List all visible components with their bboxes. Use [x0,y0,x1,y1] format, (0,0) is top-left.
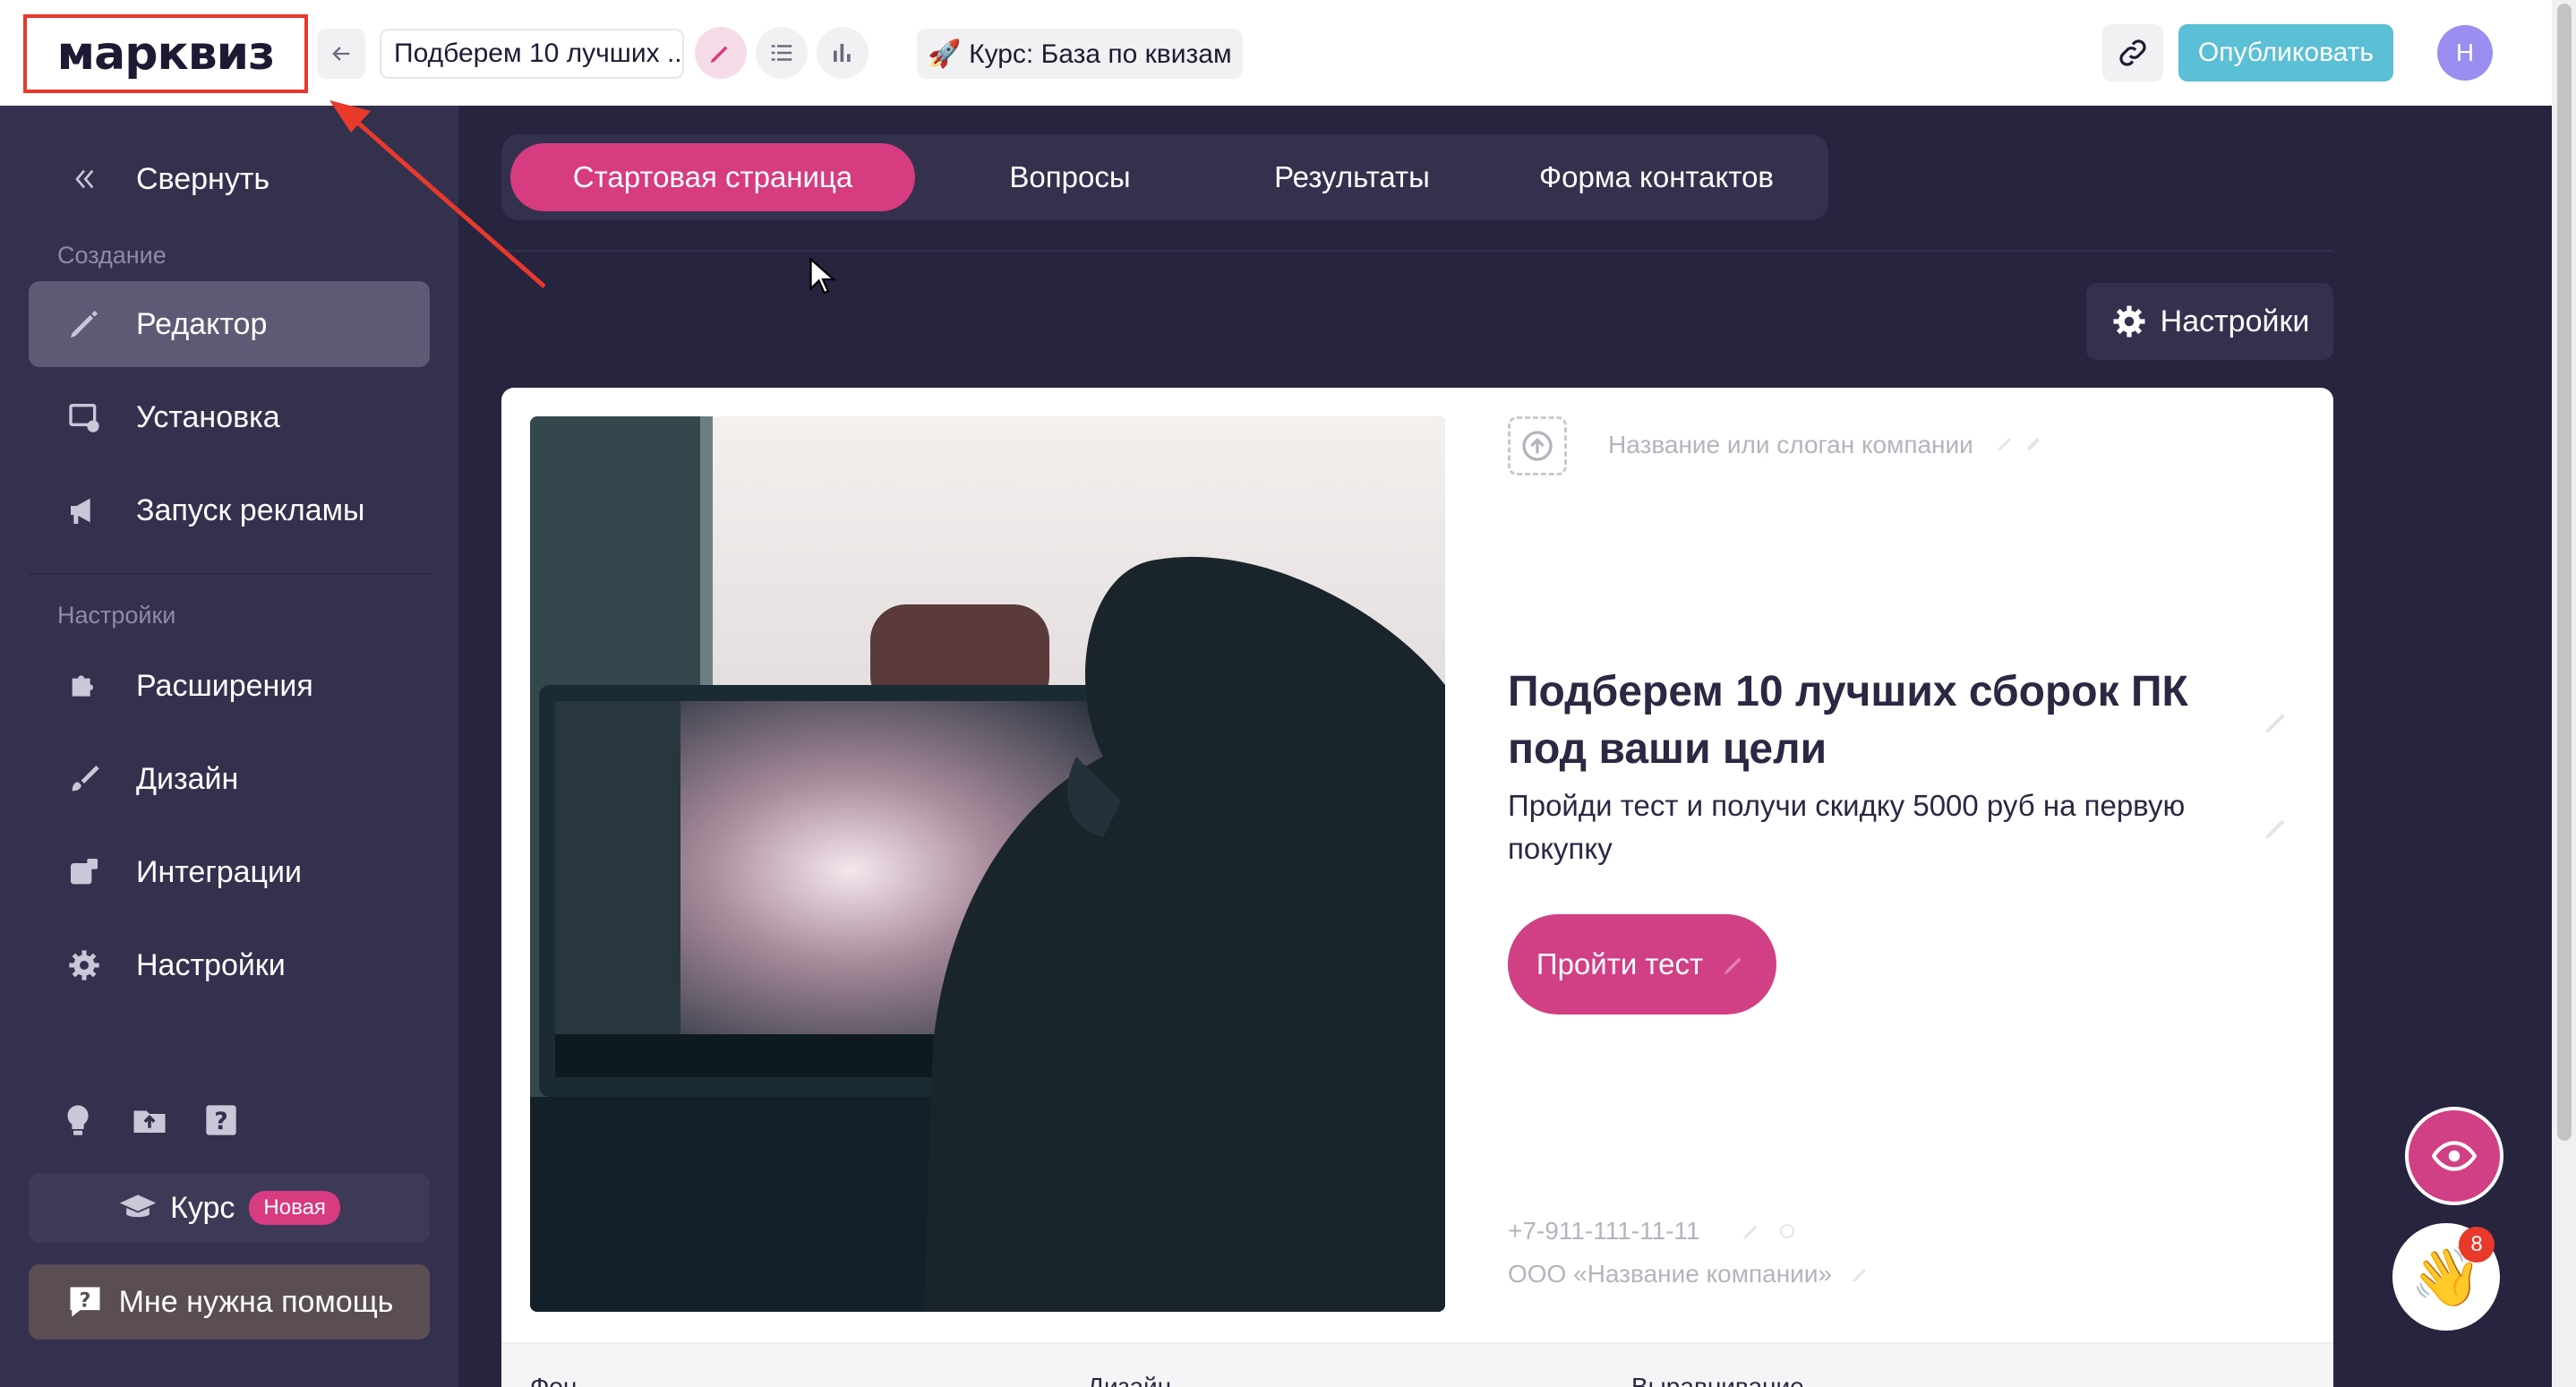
sidebar-item-label: Дизайн [136,761,239,796]
sidebar-item-label: Расширения [136,668,313,703]
sidebar-item-settings[interactable]: Настройки [29,922,430,1008]
sidebar-item-label: Установка [136,399,280,434]
edit-phone-icon[interactable] [1741,1220,1762,1242]
cover-image[interactable] [530,416,1445,1312]
lightbulb-icon[interactable] [57,1100,98,1141]
start-page-preview: Название или слоган компании Подберем 10… [501,388,2333,1387]
start-headline[interactable]: Подберем 10 лучших сборок ПК под ваши це… [1508,664,2242,778]
upload-icon [1522,431,1553,461]
page-settings-button[interactable]: Настройки [2086,283,2333,360]
link-icon [2119,39,2146,66]
course-button[interactable]: Курс Новая [29,1173,430,1243]
design-setting-label[interactable]: Дизайн [1087,1373,1171,1387]
company-slogan-placeholder[interactable]: Название или слоган компании [1608,431,1973,459]
sidebar-item-install[interactable]: Установка [29,374,430,460]
sidebar-divider [29,573,430,575]
integration-icon [59,854,109,890]
pencil-icon [710,46,728,64]
sidebar-item-integrations[interactable]: Интеграции [29,829,430,915]
start-test-button[interactable]: Пройти тест [1508,914,1776,1015]
brush-icon [59,761,109,797]
tab-questions[interactable]: Вопросы [940,143,1200,211]
new-badge: Новая [249,1191,340,1225]
edit-subheadline-icon[interactable] [2262,812,2292,843]
cta-label: Пройти тест [1536,947,1704,980]
page-tabs: Стартовая страница Вопросы Результаты Фо… [501,134,1828,220]
preview-button[interactable] [2405,1107,2503,1205]
help-button[interactable]: ? Мне нужна помощь [29,1264,430,1340]
gear-icon [2113,305,2145,338]
sidebar-item-design[interactable]: Дизайн [29,736,430,822]
start-subheadline[interactable]: Пройди тест и получи скидку 5000 руб на … [1508,784,2242,870]
megaphone-icon [59,492,109,528]
mouse-cursor-icon [809,258,836,295]
graduation-cap-icon [119,1194,157,1218]
sidebar-item-ads[interactable]: Запуск рекламы [29,467,430,553]
section-settings-title: Настройки [57,602,176,629]
contact-phone[interactable]: +7-911-111-11-11 [1508,1217,1700,1246]
tabs-divider [501,250,2333,252]
share-link-button[interactable] [2102,24,2163,81]
tab-results[interactable]: Результаты [1218,143,1486,211]
course-link[interactable]: 🚀 Курс: База по квизам [917,29,1243,79]
sidebar-item-extensions[interactable]: Расширения [29,643,430,729]
annotation-arrow-icon [329,100,546,288]
course-label: Курс [170,1190,235,1225]
sidebar-item-label: Настройки [136,947,286,982]
stats-button[interactable] [817,27,869,79]
sidebar-item-label: Интеграции [136,854,302,889]
help-label: Мне нужна помощь [118,1284,394,1319]
background-setting-label[interactable]: Фон [530,1373,577,1387]
avatar[interactable]: Н [2437,25,2493,81]
eye-icon [2432,1141,2477,1171]
sidebar-item-label: Запуск рекламы [136,492,365,527]
slogan-style-icon[interactable] [2024,432,2045,454]
company-name[interactable]: ООО «Название компании» [1508,1260,1832,1289]
gear-icon [59,947,109,983]
settings-label: Настройки [2160,304,2310,338]
questions-list-button[interactable] [756,27,808,79]
tab-contact-form[interactable]: Форма контактов [1504,143,1809,211]
install-icon [59,399,109,435]
scrollbar-thumb[interactable] [2557,4,2572,1141]
logo-upload-button[interactable] [1508,416,1567,475]
list-icon [771,45,792,61]
help-chat-icon: ? [70,1287,100,1317]
folder-upload-icon[interactable] [129,1100,170,1141]
svg-text:?: ? [214,1108,227,1135]
edit-company-icon[interactable] [1850,1263,1871,1285]
bar-chart-icon [834,44,851,62]
edit-cta-icon [1724,957,1742,975]
publish-button[interactable]: Опубликовать [2178,24,2393,81]
alignment-setting-label[interactable]: Выравнивание [1631,1373,1804,1387]
edit-headline-icon[interactable] [2262,706,2292,737]
question-icon[interactable]: ? [201,1100,242,1141]
edit-slogan-icon[interactable] [1995,432,2016,454]
edit-mode-button[interactable] [695,27,747,79]
phone-settings-icon[interactable] [1776,1220,1798,1242]
puzzle-icon [59,668,109,704]
chat-notification-badge: 8 [2459,1227,2495,1263]
start-page-settings-bar [501,1342,2333,1387]
svg-text:?: ? [79,1290,90,1313]
